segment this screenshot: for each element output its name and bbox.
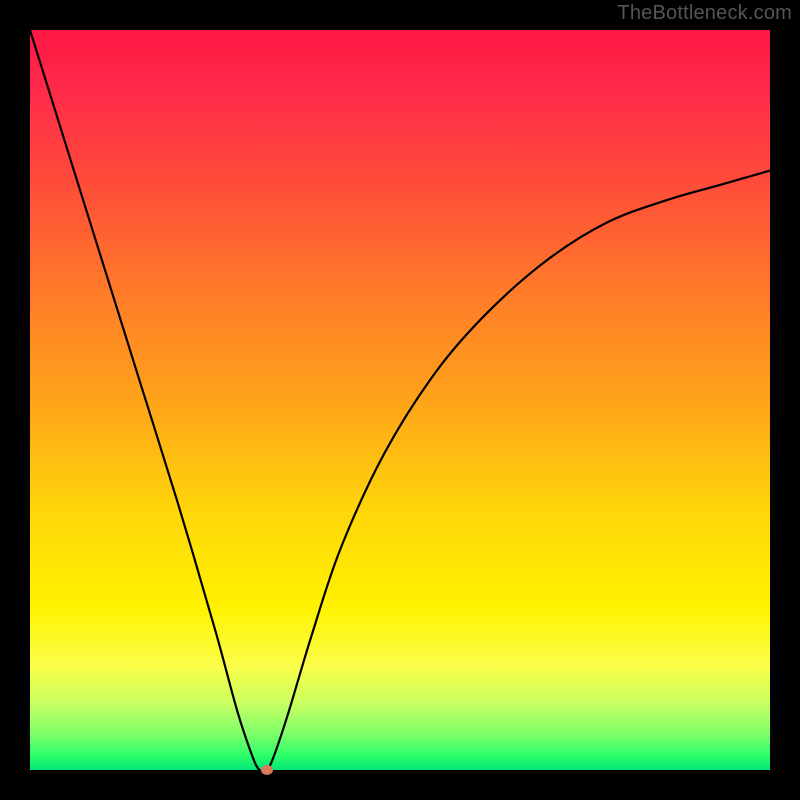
chart-frame: TheBottleneck.com [0, 0, 800, 800]
optimal-marker [261, 765, 273, 775]
watermark-text: TheBottleneck.com [617, 2, 792, 25]
plot-area [30, 30, 770, 770]
bottleneck-curve [30, 30, 770, 770]
